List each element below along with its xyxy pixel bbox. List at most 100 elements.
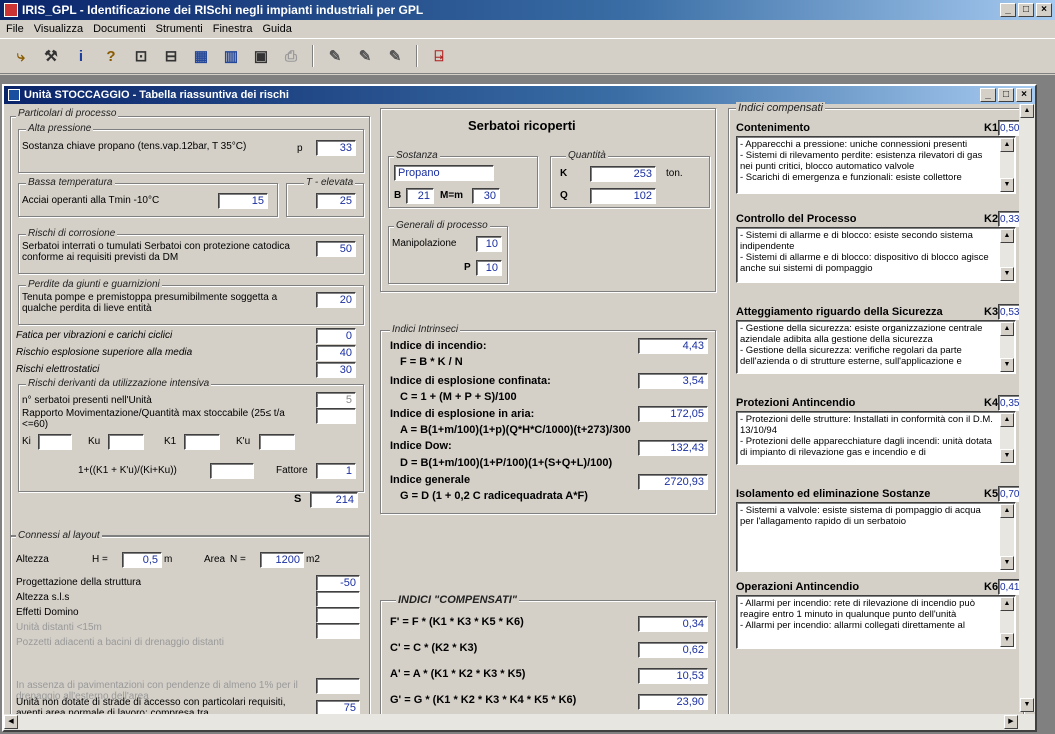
rischi-elettro-field[interactable]: 30 [316, 362, 356, 378]
q-field[interactable]: 102 [590, 188, 656, 204]
section-memo[interactable]: - Sistemi di allarme e di blocco: esiste… [736, 227, 1016, 283]
child-minimize-button[interactable]: _ [980, 88, 996, 102]
memo-scroll-down-icon[interactable]: ▼ [1000, 178, 1014, 192]
memo-scroll-down-icon[interactable]: ▼ [1000, 449, 1014, 463]
f1-field[interactable]: 0,34 [638, 616, 708, 632]
sostanza-field[interactable]: Propano [394, 165, 494, 181]
menu-guida[interactable]: Guida [262, 23, 291, 35]
menu-finestra[interactable]: Finestra [213, 23, 253, 35]
rischio-espl-field[interactable]: 40 [316, 345, 356, 361]
fatica-field[interactable]: 0 [316, 328, 356, 344]
scroll-up-icon[interactable]: ▲ [1020, 104, 1034, 118]
section-k-field[interactable]: 0,53 [998, 304, 1020, 320]
incendio-field[interactable]: 4,43 [638, 338, 708, 354]
section-memo[interactable]: - Sistemi a valvole: esiste sistema di p… [736, 502, 1016, 572]
section-k-field[interactable]: 0,35 [998, 395, 1020, 411]
menu-documenti[interactable]: Documenti [93, 23, 146, 35]
memo-scroll-down-icon[interactable]: ▼ [1000, 267, 1014, 281]
aria-field[interactable]: 172,05 [638, 406, 708, 422]
t-elevata-field[interactable]: 25 [316, 193, 356, 209]
menu-file[interactable]: File [6, 23, 24, 35]
memo-scroll-up-icon[interactable]: ▲ [1000, 322, 1014, 336]
n-serbatoi-field[interactable]: 5 [316, 392, 356, 408]
maximize-button[interactable]: □ [1018, 3, 1034, 17]
section-memo[interactable]: - Apparecchi a pressione: uniche conness… [736, 136, 1016, 194]
generale-field[interactable]: 2720,93 [638, 474, 708, 490]
confinata-field[interactable]: 3,54 [638, 373, 708, 389]
close-button[interactable]: × [1036, 3, 1052, 17]
p-gen-field[interactable]: 10 [476, 260, 502, 276]
h-field[interactable]: 0,5 [122, 552, 162, 568]
corrosione-field[interactable]: 50 [316, 241, 356, 257]
section-memo[interactable]: - Protezioni delle strutture: Installati… [736, 411, 1016, 465]
manipolazione-field[interactable]: 10 [476, 236, 502, 252]
help-icon[interactable]: ? [98, 44, 124, 68]
b-field[interactable]: 21 [406, 188, 434, 204]
grid-icon[interactable]: ▥ [218, 44, 244, 68]
p-field[interactable]: 33 [316, 140, 356, 156]
unita-distanti-field[interactable] [316, 623, 360, 639]
memo-scrollbar[interactable]: ▲ ▼ [1000, 597, 1014, 647]
child-maximize-button[interactable]: □ [998, 88, 1014, 102]
crane-icon[interactable]: ⚒ [38, 44, 64, 68]
memo-scroll-down-icon[interactable]: ▼ [1000, 633, 1014, 647]
memo-scroll-down-icon[interactable]: ▼ [1000, 556, 1014, 570]
zoom-icon[interactable]: ⊡ [128, 44, 154, 68]
assenza-field[interactable] [316, 678, 360, 694]
memo-scroll-up-icon[interactable]: ▲ [1000, 413, 1014, 427]
c1-field[interactable]: 0,62 [638, 642, 708, 658]
dow-field[interactable]: 132,43 [638, 440, 708, 456]
ku-field[interactable] [108, 434, 144, 450]
memo-scrollbar[interactable]: ▲ ▼ [1000, 504, 1014, 570]
memo-scroll-down-icon[interactable]: ▼ [1000, 358, 1014, 372]
effetti-field[interactable] [316, 607, 360, 623]
k1-field[interactable] [184, 434, 220, 450]
report-1-icon[interactable]: ✎ [322, 44, 348, 68]
memo-scroll-up-icon[interactable]: ▲ [1000, 597, 1014, 611]
section-k-field[interactable]: 0,50 [998, 120, 1020, 136]
m-field[interactable]: 30 [472, 188, 500, 204]
save-icon[interactable]: ▣ [248, 44, 274, 68]
memo-scrollbar[interactable]: ▲ ▼ [1000, 322, 1014, 372]
exit-icon[interactable]: ⍈ [426, 44, 452, 68]
memo-scrollbar[interactable]: ▲ ▼ [1000, 413, 1014, 463]
k1u-field[interactable] [259, 434, 295, 450]
info-icon[interactable]: i [68, 44, 94, 68]
child-vscrollbar[interactable]: ▲ ▼ [1019, 104, 1035, 712]
child-close-button[interactable]: × [1016, 88, 1032, 102]
acciai-field[interactable]: 15 [218, 193, 268, 209]
ki-field[interactable] [38, 434, 72, 450]
minimize-button[interactable]: _ [1000, 3, 1016, 17]
table-icon[interactable]: ▦ [188, 44, 214, 68]
memo-scroll-up-icon[interactable]: ▲ [1000, 229, 1014, 243]
zoom-out-icon[interactable]: ⊟ [158, 44, 184, 68]
n-field[interactable]: 1200 [260, 552, 304, 568]
section-k-field[interactable]: 0,41 [998, 579, 1020, 595]
child-hscrollbar[interactable]: ◀ ▶ [4, 714, 1035, 730]
formula-field[interactable] [210, 463, 254, 479]
report-2-icon[interactable]: ✎ [352, 44, 378, 68]
menu-strumenti[interactable]: Strumenti [156, 23, 203, 35]
a1-field[interactable]: 10,53 [638, 668, 708, 684]
progettazione-field[interactable]: -50 [316, 575, 360, 591]
scroll-down-icon[interactable]: ▼ [1020, 698, 1034, 712]
memo-scrollbar[interactable]: ▲ ▼ [1000, 229, 1014, 281]
fattore-field[interactable]: 1 [316, 463, 356, 479]
memo-scrollbar[interactable]: ▲ ▼ [1000, 138, 1014, 192]
scroll-right-icon[interactable]: ▶ [1004, 715, 1018, 729]
rapporto-field[interactable] [316, 408, 356, 424]
section-memo[interactable]: - Allarmi per incendio: rete di rilevazi… [736, 595, 1016, 649]
k-field[interactable]: 253 [590, 166, 656, 182]
section-k-field[interactable]: 0,70 [998, 486, 1020, 502]
open-unit-icon[interactable]: ⤷ [8, 44, 34, 68]
section-k-field[interactable]: 0,33 [998, 211, 1020, 227]
report-3-icon[interactable]: ✎ [382, 44, 408, 68]
altezza-sls-field[interactable] [316, 591, 360, 607]
s-field[interactable]: 214 [310, 492, 358, 508]
section-memo[interactable]: - Gestione della sicurezza: esiste organ… [736, 320, 1016, 374]
print-icon[interactable]: ⎙ [278, 44, 304, 68]
memo-scroll-up-icon[interactable]: ▲ [1000, 504, 1014, 518]
menu-visualizza[interactable]: Visualizza [34, 23, 83, 35]
g1-field[interactable]: 23,90 [638, 694, 708, 710]
memo-scroll-up-icon[interactable]: ▲ [1000, 138, 1014, 152]
